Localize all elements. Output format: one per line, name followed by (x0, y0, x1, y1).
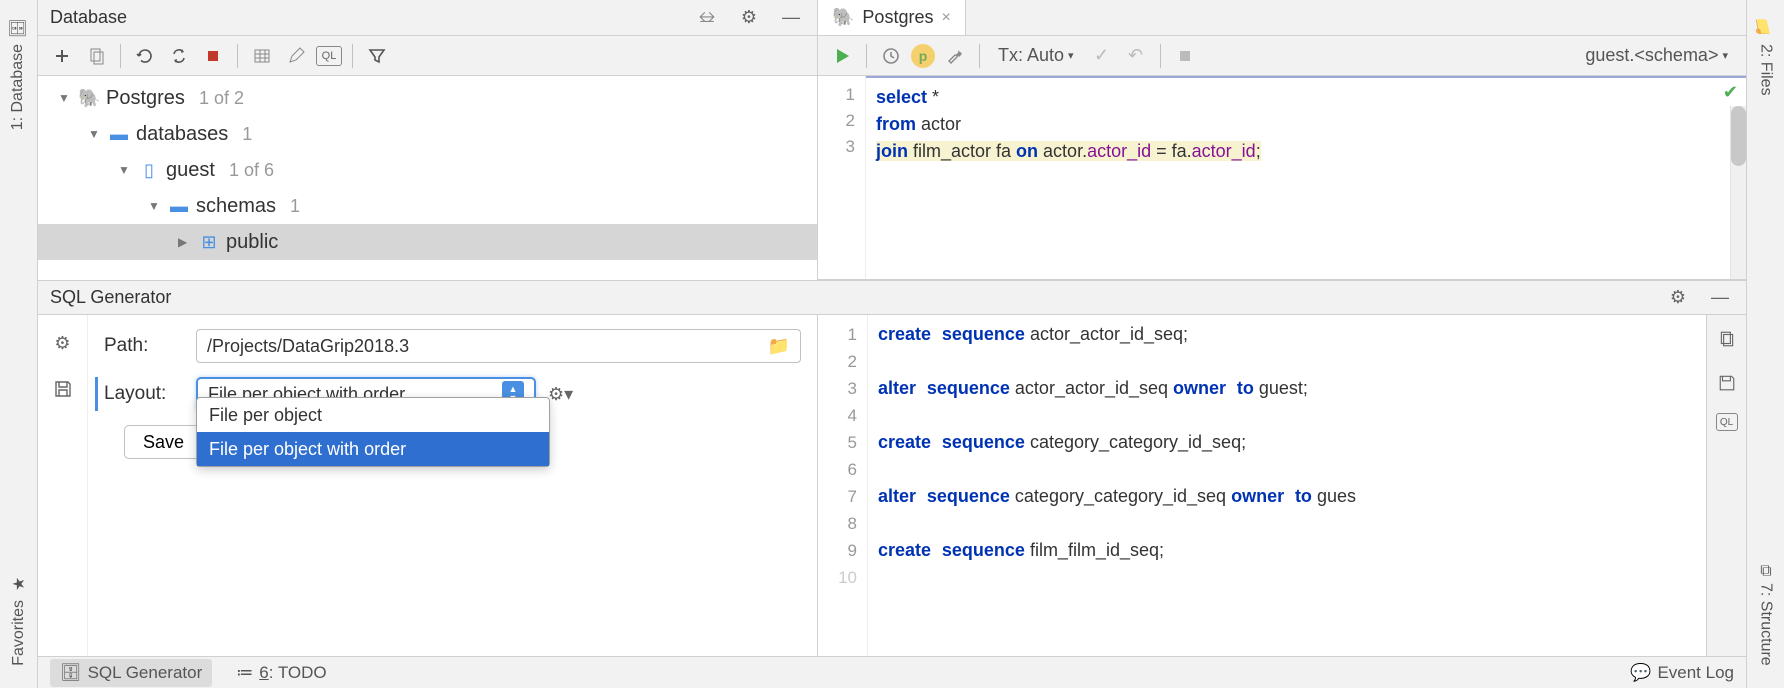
database-icon: 🗄 (9, 18, 29, 38)
dropdown-opt-file-per-object-with-order[interactable]: File per object with order (197, 432, 549, 466)
copy-button[interactable] (82, 42, 110, 70)
folder-icon: ▬ (108, 124, 130, 145)
code-area[interactable]: select * from actor join film_actor fa o… (866, 76, 1746, 279)
stop-button[interactable] (199, 42, 227, 70)
sync-button[interactable] (165, 42, 193, 70)
line-gutter: 1 2 3 (818, 76, 866, 279)
path-input[interactable]: /Projects/DataGrip2018.3 📁 (196, 329, 801, 363)
output-gutter: 12345678910 (818, 315, 868, 656)
chevron-down-icon: ▼ (58, 91, 72, 105)
rail-database[interactable]: 1: Database🗄 (8, 8, 28, 140)
sql-generator-output: 12345678910 create sequence actor_actor_… (818, 315, 1746, 656)
profile-badge[interactable]: p (911, 44, 935, 68)
gear-icon[interactable]: ⚙ (1664, 284, 1692, 312)
chevron-down-icon: ▾ (1068, 49, 1074, 62)
tree-guest[interactable]: ▼ ▯ guest 1 of 6 (38, 152, 817, 188)
editor-panel: 🐘 Postgres × p Tx: Auto▾ ✓ ↶ (818, 0, 1746, 280)
wrench-button[interactable] (941, 42, 969, 70)
sql-generator-title: SQL Generator (50, 287, 171, 308)
db-icon: 🗄 (60, 663, 82, 683)
output-code[interactable]: create sequence actor_actor_id_seq; alte… (868, 315, 1706, 656)
ql-button[interactable]: QL (316, 46, 342, 66)
tree-postgres[interactable]: ▼ 🐘 Postgres 1 of 2 (38, 80, 817, 116)
ql-icon[interactable]: QL (1716, 413, 1738, 431)
db-icon: ▯ (138, 160, 160, 181)
close-icon[interactable]: × (941, 9, 950, 27)
schema-icon: ⊞ (198, 232, 220, 253)
check-icon: ✔ (1723, 82, 1738, 103)
elephant-icon: 🐘 (832, 7, 854, 28)
gear-icon[interactable]: ⚙▾ (548, 384, 572, 405)
add-button[interactable] (48, 42, 76, 70)
sql-generator-panel: SQL Generator ⚙ — ⚙ Path: /Projects/Data… (38, 280, 1746, 656)
copy-icon[interactable] (1713, 325, 1741, 353)
status-bar: 🗄SQL Generator ≔6: TODO 💬Event Log (38, 656, 1746, 688)
folder-icon[interactable]: 📁 (768, 336, 790, 357)
edit-button[interactable] (282, 42, 310, 70)
save-icon[interactable] (49, 375, 77, 403)
rollback-button[interactable]: ↶ (1122, 42, 1150, 70)
refresh-button[interactable] (131, 42, 159, 70)
tab-postgres[interactable]: 🐘 Postgres × (818, 0, 966, 35)
stop-button[interactable] (1171, 42, 1199, 70)
chevron-right-icon: ▶ (178, 235, 192, 249)
database-panel-header: Database ⚙ — (38, 0, 817, 36)
tx-dropdown[interactable]: Tx: Auto▾ (990, 45, 1082, 66)
run-button[interactable] (828, 42, 856, 70)
tree-schemas[interactable]: ▼ ▬ schemas 1 (38, 188, 817, 224)
sql-generator-header: SQL Generator ⚙ — (38, 281, 1746, 315)
history-button[interactable] (877, 42, 905, 70)
editor-tabs: 🐘 Postgres × (818, 0, 1746, 36)
status-event-log[interactable]: 💬Event Log (1630, 663, 1734, 683)
gear-icon[interactable]: ⚙ (49, 329, 77, 357)
elephant-icon: 🐘 (78, 88, 100, 109)
database-panel-title: Database (50, 7, 127, 28)
folder-icon: 📁 (1756, 18, 1776, 37)
save-button[interactable]: Save (124, 425, 203, 459)
dropdown-opt-file-per-object[interactable]: File per object (197, 398, 549, 432)
tree-public[interactable]: ▶ ⊞ public (38, 224, 817, 260)
editor-scrollbar[interactable] (1730, 106, 1746, 279)
chevron-down-icon: ▼ (118, 163, 132, 177)
rail-files[interactable]: 📁2: Files (1756, 8, 1775, 105)
save-icon[interactable] (1713, 369, 1741, 397)
chevron-down-icon: ▾ (1722, 49, 1728, 62)
gear-icon[interactable]: ⚙ (735, 4, 763, 32)
layout-label: Layout: (104, 383, 184, 405)
sql-generator-form-area: ⚙ Path: /Projects/DataGrip2018.3 📁 Layou… (38, 315, 818, 656)
commit-button[interactable]: ✓ (1088, 42, 1116, 70)
rail-favorites[interactable]: Favorites★ (10, 564, 28, 676)
database-panel: Database ⚙ — QL (38, 0, 818, 280)
editor-toolbar: p Tx: Auto▾ ✓ ↶ guest.<schema>▾ (818, 36, 1746, 76)
list-icon: ≔ (236, 663, 253, 683)
folder-icon: ▬ (168, 196, 190, 217)
rail-structure[interactable]: ⧉7: Structure (1757, 556, 1775, 676)
editor-body[interactable]: 1 2 3 select * from actor join film_acto… (818, 76, 1746, 279)
minimize-icon[interactable]: — (777, 4, 805, 32)
filter-button[interactable] (363, 42, 391, 70)
chevron-down-icon: ▼ (88, 127, 102, 141)
left-tool-rail: 1: Database🗄 Favorites★ (0, 0, 38, 688)
tree-databases[interactable]: ▼ ▬ databases 1 (38, 116, 817, 152)
star-icon: ★ (9, 577, 29, 591)
status-sql-generator[interactable]: 🗄SQL Generator (50, 659, 212, 687)
database-tree: ▼ 🐘 Postgres 1 of 2 ▼ ▬ databases 1 ▼ ▯ … (38, 76, 817, 280)
status-todo[interactable]: ≔6: TODO (236, 663, 326, 683)
database-toolbar: QL (38, 36, 817, 76)
minimize-icon[interactable]: — (1706, 284, 1734, 312)
chevron-down-icon: ▼ (148, 199, 162, 213)
table-button[interactable] (248, 42, 276, 70)
path-label: Path: (104, 335, 184, 357)
right-tool-rail: 📁2: Files ⧉7: Structure (1746, 0, 1784, 688)
split-icon[interactable] (693, 4, 721, 32)
chat-icon: 💬 (1630, 663, 1651, 683)
structure-icon: ⧉ (1760, 563, 1771, 581)
layout-dropdown: File per object File per object with ord… (196, 397, 550, 467)
schema-dropdown[interactable]: guest.<schema>▾ (1577, 45, 1736, 66)
